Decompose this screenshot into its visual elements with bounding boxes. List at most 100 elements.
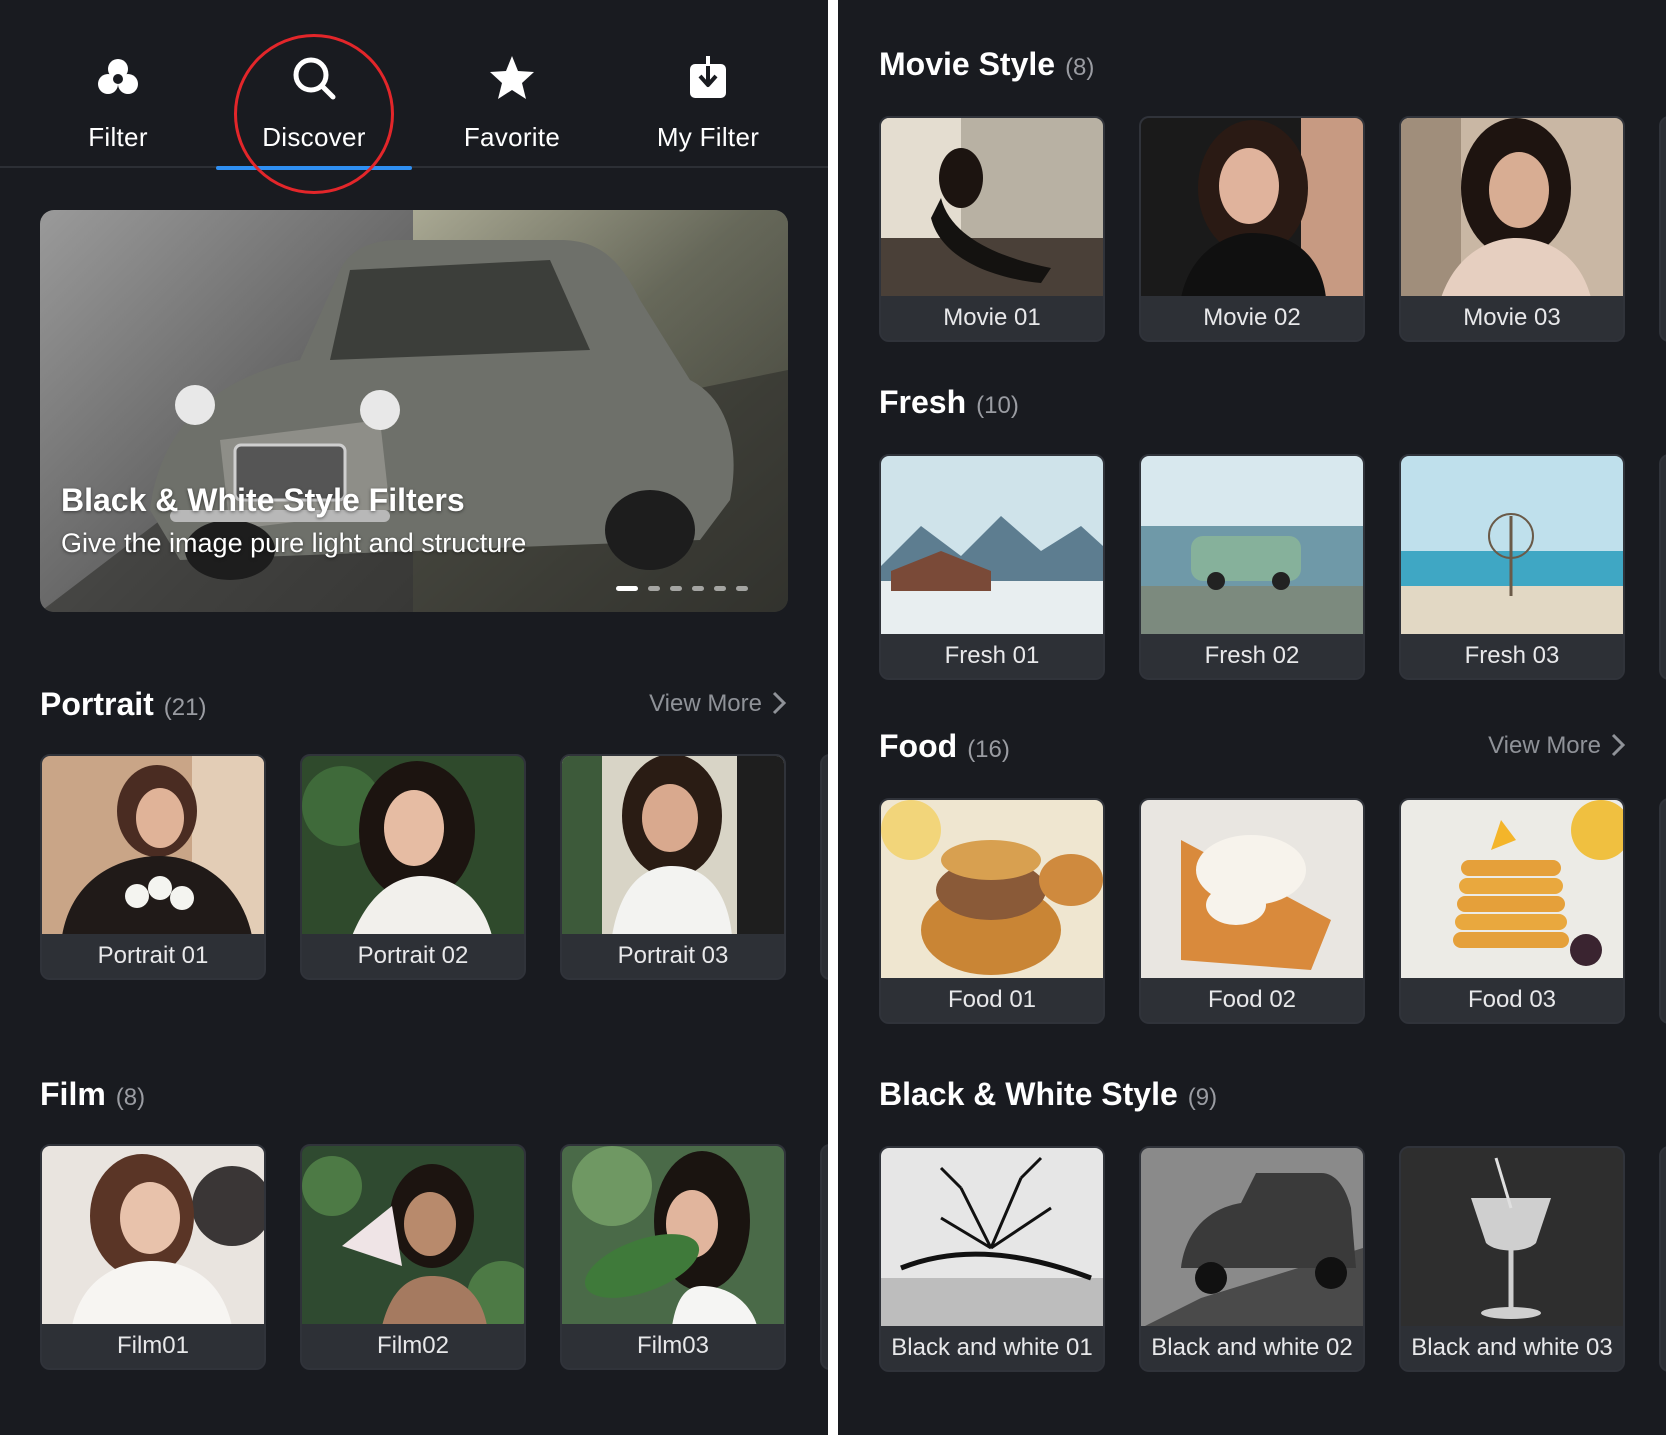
- thumbnail-bw-02: [1141, 1148, 1363, 1328]
- tab-filter[interactable]: Filter: [20, 52, 216, 168]
- highlight-circle: [234, 34, 394, 194]
- filter-card-label: Black and white 01: [881, 1326, 1103, 1370]
- filter-card[interactable]: Fresh 01: [879, 454, 1105, 680]
- section-count: (21): [163, 694, 207, 721]
- filter-card[interactable]: Movie 03: [1399, 116, 1625, 342]
- filter-card-label: Portrait 01: [42, 934, 264, 978]
- filter-card-label: Black and white 02: [1141, 1326, 1363, 1370]
- tab-label: Favorite: [463, 122, 561, 152]
- tab-favorite[interactable]: Favorite: [414, 52, 610, 168]
- filter-card[interactable]: Food 02: [1139, 798, 1365, 1024]
- section-header-black-white: Black & White Style (9): [879, 1076, 1627, 1116]
- page-dot: [616, 586, 638, 592]
- film-filter-row: Film01 Film02 Film03: [40, 1144, 828, 1370]
- filter-card[interactable]: Film03: [560, 1144, 786, 1370]
- filter-card-label: Film03: [562, 1324, 784, 1368]
- filter-card-label: Food 01: [881, 978, 1103, 1022]
- tab-label: Filter: [88, 122, 148, 152]
- filter-card[interactable]: Portrait 02: [300, 754, 526, 980]
- section-header-film: Film (8): [40, 1076, 788, 1116]
- section-title: Black & White Style: [879, 1076, 1178, 1112]
- panel-divider: [828, 0, 838, 1435]
- filter-card-peek[interactable]: [820, 1144, 828, 1370]
- section-header-portrait: Portrait (21) View More: [40, 686, 788, 726]
- filter-card-label: Fresh 01: [881, 634, 1103, 678]
- filter-card[interactable]: Film01: [40, 1144, 266, 1370]
- filter-card[interactable]: Portrait 01: [40, 754, 266, 980]
- tab-my-filter[interactable]: My Filter: [610, 52, 806, 168]
- filter-card[interactable]: Movie 01: [879, 116, 1105, 342]
- filter-card[interactable]: Portrait 03: [560, 754, 786, 980]
- thumbnail-fresh-01: [881, 456, 1103, 636]
- discover-screen: Filter Discover Favorite My Filter Black…: [0, 0, 828, 1435]
- section-header-food: Food (16) View More: [879, 728, 1627, 768]
- section-title: Food: [879, 728, 958, 764]
- top-tab-bar: Filter Discover Favorite My Filter: [0, 0, 828, 194]
- filter-card-label: Food 02: [1141, 978, 1363, 1022]
- filter-card[interactable]: Food 03: [1399, 798, 1625, 1024]
- page-dot: [692, 586, 704, 592]
- filter-card-label: Film02: [302, 1324, 524, 1368]
- filter-card-label: Movie 02: [1141, 296, 1363, 340]
- thumbnail-movie-03: [1401, 118, 1623, 298]
- filter-card-peek[interactable]: [1659, 116, 1666, 342]
- filter-card[interactable]: Black and white 01: [879, 1146, 1105, 1372]
- filter-card-peek[interactable]: [1659, 798, 1666, 1024]
- filter-card-label: Movie 01: [881, 296, 1103, 340]
- filter-card-label: Movie 03: [1401, 296, 1623, 340]
- thumbnail-bw-03: [1401, 1148, 1623, 1328]
- filter-card[interactable]: Fresh 02: [1139, 454, 1365, 680]
- tab-label: My Filter: [656, 122, 760, 152]
- thumbnail-film-01: [42, 1146, 264, 1326]
- filter-card-peek[interactable]: [1659, 454, 1666, 680]
- filter-card[interactable]: Film02: [300, 1144, 526, 1370]
- filter-card[interactable]: Food 01: [879, 798, 1105, 1024]
- food-filter-row: Food 01 Food 02 Food 03: [879, 798, 1666, 1024]
- banner-page-indicator[interactable]: [616, 580, 758, 592]
- filter-card-label: Film01: [42, 1324, 264, 1368]
- section-count: (10): [976, 392, 1019, 419]
- thumbnail-portrait-02: [302, 756, 524, 936]
- thumbnail-fresh-02: [1141, 456, 1363, 636]
- thumbnail-food-02: [1141, 800, 1363, 980]
- thumbnail-film-03: [562, 1146, 784, 1326]
- filter-card-peek[interactable]: [820, 754, 828, 980]
- thumbnail-fresh-03: [1401, 456, 1623, 636]
- thumbnail-movie-01: [881, 118, 1103, 298]
- banner-title: Black & White Style Filters: [61, 482, 465, 518]
- section-count: (9): [1187, 1084, 1218, 1111]
- view-more-label: View More: [649, 690, 762, 717]
- view-more-link[interactable]: View More: [1488, 732, 1627, 760]
- page-dot: [736, 586, 748, 592]
- discover-screen-scrolled: Movie Style (8) Movie 01 Movie 02 Movie 0…: [838, 0, 1666, 1435]
- section-title: Portrait: [40, 686, 154, 722]
- section-header-fresh: Fresh (10): [879, 384, 1627, 424]
- filter-card-peek[interactable]: [1659, 1146, 1666, 1372]
- filter-card[interactable]: Black and white 03: [1399, 1146, 1625, 1372]
- thumbnail-movie-02: [1141, 118, 1363, 298]
- filter-card[interactable]: Black and white 02: [1139, 1146, 1365, 1372]
- filter-card-label: Portrait 03: [562, 934, 784, 978]
- section-title: Movie Style: [879, 46, 1056, 82]
- section-header-movie-style: Movie Style (8): [879, 46, 1627, 86]
- section-count: (8): [115, 1084, 146, 1111]
- featured-banner[interactable]: Black & White Style Filters Give the ima…: [40, 210, 788, 612]
- section-title: Fresh: [879, 384, 967, 420]
- filter-card-label: Portrait 02: [302, 934, 524, 978]
- filter-card[interactable]: Movie 02: [1139, 116, 1365, 342]
- banner-subtitle: Give the image pure light and structure: [61, 528, 527, 558]
- thumbnail-portrait-01: [42, 756, 264, 936]
- filter-card[interactable]: Fresh 03: [1399, 454, 1625, 680]
- filter-card-label: Food 03: [1401, 978, 1623, 1022]
- movie-filter-row: Movie 01 Movie 02 Movie 03: [879, 116, 1666, 342]
- thumbnail-bw-01: [881, 1148, 1103, 1328]
- chevron-right-icon: [1611, 733, 1626, 757]
- thumbnail-portrait-03: [562, 756, 784, 936]
- view-more-label: View More: [1488, 732, 1601, 759]
- page-dot: [714, 586, 726, 592]
- page-dot: [670, 586, 682, 592]
- view-more-link[interactable]: View More: [649, 690, 788, 718]
- section-title: Film: [40, 1076, 106, 1112]
- portrait-filter-row: Portrait 01 Portrait 02 Portrait 03: [40, 754, 828, 980]
- thumbnail-film-02: [302, 1146, 524, 1326]
